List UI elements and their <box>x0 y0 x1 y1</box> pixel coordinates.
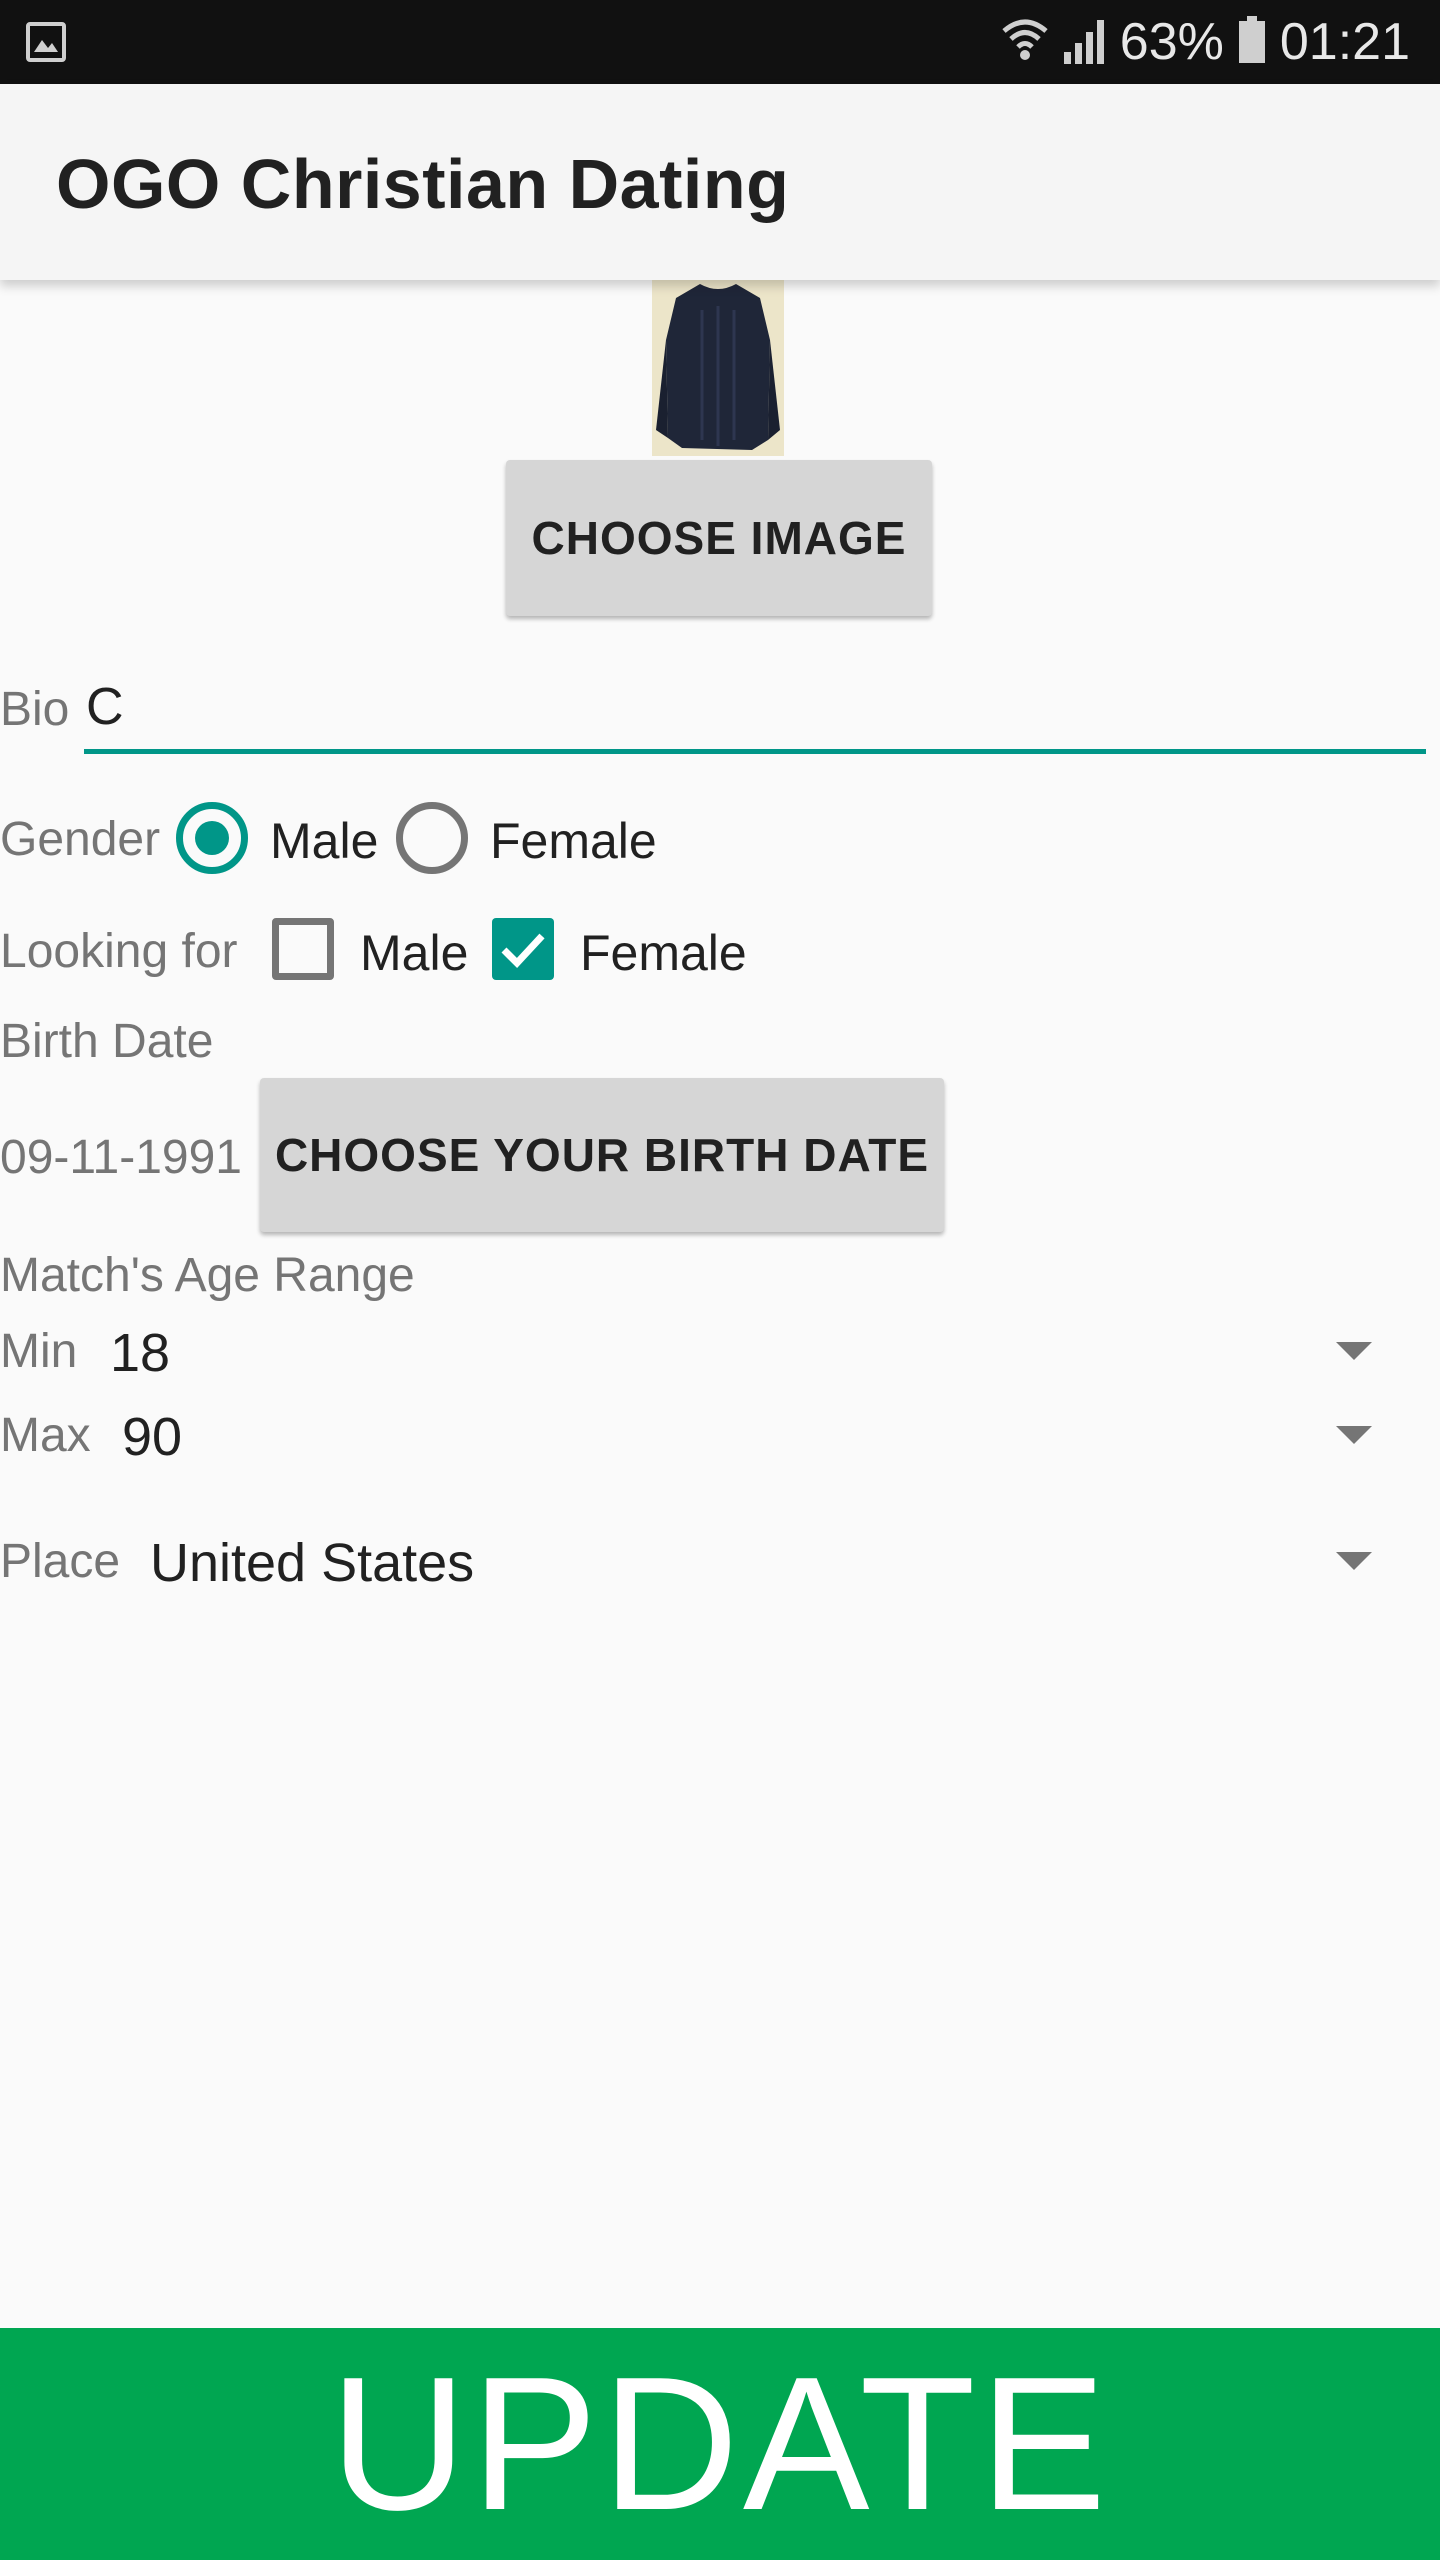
looking-for-female-checkbox[interactable] <box>492 918 554 980</box>
status-indicators: 63% 01:21 <box>1002 0 1410 84</box>
chevron-down-icon <box>1336 1426 1372 1444</box>
birth-date-label: Birth Date <box>0 1015 214 1068</box>
gender-female-label: Female <box>490 813 657 869</box>
bio-input[interactable] <box>84 670 1426 754</box>
place-spinner[interactable]: Place United States <box>0 1520 1400 1600</box>
battery-icon <box>1238 15 1266 69</box>
bio-label: Bio <box>0 683 70 736</box>
looking-for-female-label: Female <box>580 925 747 981</box>
app-title: OGO Christian Dating <box>56 145 790 223</box>
gender-label: Gender <box>0 813 161 866</box>
max-age-value: 90 <box>122 1407 183 1467</box>
choose-image-button[interactable]: CHOOSE IMAGE <box>506 460 932 616</box>
looking-for-label: Looking for <box>0 925 238 978</box>
looking-for-male-checkbox[interactable] <box>272 918 334 980</box>
gender-male-radio[interactable] <box>176 802 248 874</box>
chevron-down-icon <box>1336 1552 1372 1570</box>
signal-icon <box>1062 16 1106 69</box>
place-label: Place <box>0 1535 121 1588</box>
battery-percent: 63% <box>1119 13 1224 71</box>
clock-time: 01:21 <box>1279 13 1410 71</box>
min-age-label: Min <box>0 1325 78 1378</box>
max-age-spinner[interactable]: Max 90 <box>0 1394 1400 1474</box>
gender-male-label: Male <box>270 813 379 869</box>
min-age-value: 18 <box>110 1323 171 1383</box>
birth-date-value: 09-11-1991 <box>0 1131 242 1184</box>
choose-birth-date-button[interactable]: CHOOSE YOUR BIRTH DATE <box>260 1078 944 1232</box>
app-bar: OGO Christian Dating <box>0 84 1440 280</box>
status-bar: 63% 01:21 <box>0 0 1440 84</box>
profile-image <box>652 280 784 456</box>
looking-for-male-label: Male <box>360 925 469 981</box>
wifi-icon <box>1002 15 1048 70</box>
place-value: United States <box>150 1533 475 1593</box>
gallery-icon <box>26 22 66 62</box>
update-button[interactable]: UPDATE <box>0 2328 1440 2560</box>
min-age-spinner[interactable]: Min 18 <box>0 1310 1400 1390</box>
max-age-label: Max <box>0 1409 91 1462</box>
chevron-down-icon <box>1336 1342 1372 1360</box>
gender-female-radio[interactable] <box>396 802 468 874</box>
checkmark-icon <box>501 933 545 969</box>
age-range-label: Match's Age Range <box>0 1249 415 1302</box>
